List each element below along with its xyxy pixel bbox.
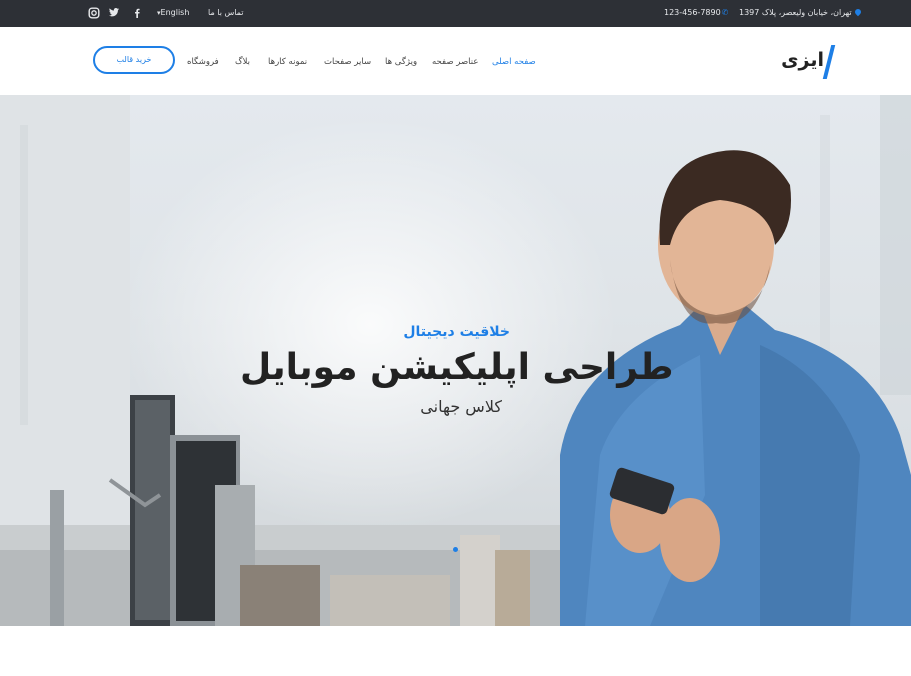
facebook-link[interactable] xyxy=(134,0,140,27)
hero-subtitle: خلاقیت دیجیتال xyxy=(403,324,510,340)
phone-label: 123-456-7890 xyxy=(664,8,721,17)
buy-template-button[interactable]: خرید قالب xyxy=(93,46,175,74)
phone-info: 123-456-7890✆ xyxy=(664,0,728,27)
phone-icon: ✆ xyxy=(721,8,729,17)
top-bar: ▾English تماس با ما 123-456-7890✆ تهران،… xyxy=(0,0,911,27)
nav-other-pages[interactable]: سایر صفحات xyxy=(324,57,371,67)
map-pin-icon xyxy=(853,7,863,17)
nav-page-elements[interactable]: عناصر صفحه xyxy=(432,57,478,67)
nav-home[interactable]: صفحه اصلی xyxy=(492,57,536,67)
language-selector[interactable]: ▾English xyxy=(157,0,189,27)
instagram-link[interactable] xyxy=(88,0,100,27)
facebook-icon xyxy=(135,8,140,18)
twitter-icon xyxy=(109,8,119,17)
logo[interactable]: ایزی xyxy=(781,45,836,79)
slider-dot[interactable] xyxy=(453,547,458,552)
nav-features[interactable]: ویژگی ها xyxy=(385,57,417,67)
nav-shop[interactable]: فروشگاه xyxy=(187,57,219,67)
instagram-icon xyxy=(88,7,100,19)
hero-section: خلاقیت دیجیتال طراحی اپلیکیشن موبایل کلا… xyxy=(0,95,911,626)
contact-label: تماس با ما xyxy=(208,8,244,17)
address-label: تهران، خیابان ولیعصر، پلاک 1397 xyxy=(739,8,852,17)
hero-title: طراحی اپلیکیشن موبایل xyxy=(240,347,674,388)
language-label: English xyxy=(160,8,190,17)
nav-blog[interactable]: بلاگ xyxy=(235,57,250,67)
nav-portfolio[interactable]: نمونه کارها xyxy=(268,57,307,67)
contact-link[interactable]: تماس با ما xyxy=(208,0,244,27)
hero-caption: کلاس جهانی xyxy=(420,397,502,416)
twitter-link[interactable] xyxy=(109,0,119,27)
logo-text: ایزی xyxy=(781,49,824,71)
address-info: تهران، خیابان ولیعصر، پلاک 1397 xyxy=(739,0,863,27)
logo-slash xyxy=(822,45,836,79)
